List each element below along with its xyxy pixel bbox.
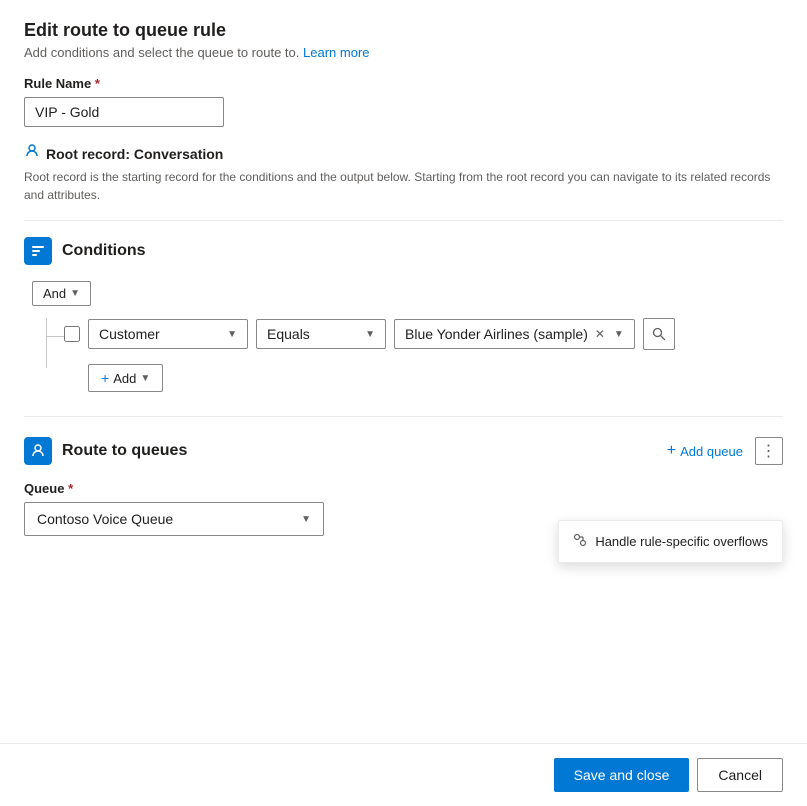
add-queue-label: Add queue (680, 444, 743, 459)
route-actions: + Add queue ⋮ (659, 437, 783, 465)
and-chevron-icon: ▼ (70, 288, 80, 299)
tree-v-line (46, 318, 47, 368)
add-queue-button[interactable]: + Add queue (659, 438, 751, 464)
field-chevron-icon: ▼ (227, 329, 237, 340)
condition-tag: Blue Yonder Airlines (sample) ✕ (405, 326, 608, 342)
add-condition-button[interactable]: + Add ▼ (88, 364, 163, 392)
queue-chevron-icon: ▼ (301, 514, 311, 525)
condition-field-dropdown[interactable]: Customer ▼ (88, 319, 248, 349)
value-chevron-icon: ▼ (614, 329, 624, 340)
root-record-label: Root record: Conversation (46, 146, 223, 162)
page-title: Edit route to queue rule (24, 20, 783, 41)
rule-name-input[interactable] (24, 97, 224, 127)
condition-field-value: Customer (99, 326, 160, 342)
add-queue-plus-icon: + (667, 442, 676, 460)
overflow-dropdown-menu: Handle rule-specific overflows (558, 520, 783, 563)
root-record-icon (24, 143, 40, 164)
page-subtitle: Add conditions and select the queue to r… (24, 45, 783, 60)
route-title: Route to queues (62, 442, 187, 460)
condition-value-field[interactable]: Blue Yonder Airlines (sample) ✕ ▼ (394, 319, 635, 349)
add-condition-wrapper: + Add ▼ (64, 360, 783, 392)
root-record-desc: Root record is the starting record for t… (24, 168, 783, 204)
footer: Save and close Cancel (0, 743, 807, 806)
conditions-area: And ▼ Customer ▼ Equals ▼ (24, 281, 783, 392)
condition-match-value: Blue Yonder Airlines (sample) (405, 326, 588, 342)
condition-checkbox[interactable] (64, 326, 80, 342)
condition-operator-value: Equals (267, 326, 310, 342)
queue-value: Contoso Voice Queue (37, 511, 173, 527)
tree-h-line (46, 336, 64, 337)
more-dots-icon: ⋮ (761, 441, 778, 461)
condition-operator-dropdown[interactable]: Equals ▼ (256, 319, 386, 349)
condition-tag-close[interactable]: ✕ (592, 326, 608, 342)
condition-tree: Customer ▼ Equals ▼ Blue Yonder Airlines… (46, 318, 783, 392)
add-label: Add (113, 371, 136, 386)
rule-name-label: Rule Name (24, 76, 783, 91)
overflow-icon (573, 533, 587, 550)
operator-chevron-icon: ▼ (365, 329, 375, 340)
more-options-button[interactable]: ⋮ (755, 437, 783, 465)
divider-2 (24, 416, 783, 417)
conditions-icon (24, 237, 52, 265)
add-icon: + (101, 370, 109, 386)
handle-overflow-menu-item[interactable]: Handle rule-specific overflows (559, 525, 782, 558)
queue-dropdown[interactable]: Contoso Voice Queue ▼ (24, 502, 324, 536)
queue-field-label: Queue (24, 481, 783, 496)
add-chevron-icon: ▼ (140, 373, 150, 384)
conditions-section-header: Conditions (24, 237, 783, 265)
condition-search-button[interactable] (643, 318, 675, 350)
route-header-left: Route to queues (24, 437, 187, 465)
and-dropdown[interactable]: And ▼ (32, 281, 91, 306)
cancel-button[interactable]: Cancel (697, 758, 783, 792)
overflow-label: Handle rule-specific overflows (595, 534, 768, 549)
condition-row: Customer ▼ Equals ▼ Blue Yonder Airlines… (64, 318, 783, 350)
save-and-close-button[interactable]: Save and close (554, 758, 690, 792)
route-icon (24, 437, 52, 465)
root-record-section: Root record: Conversation (24, 143, 783, 164)
divider (24, 220, 783, 221)
route-header-row: Route to queues + Add queue ⋮ (24, 437, 783, 465)
learn-more-link[interactable]: Learn more (303, 45, 369, 60)
conditions-title: Conditions (62, 242, 146, 260)
